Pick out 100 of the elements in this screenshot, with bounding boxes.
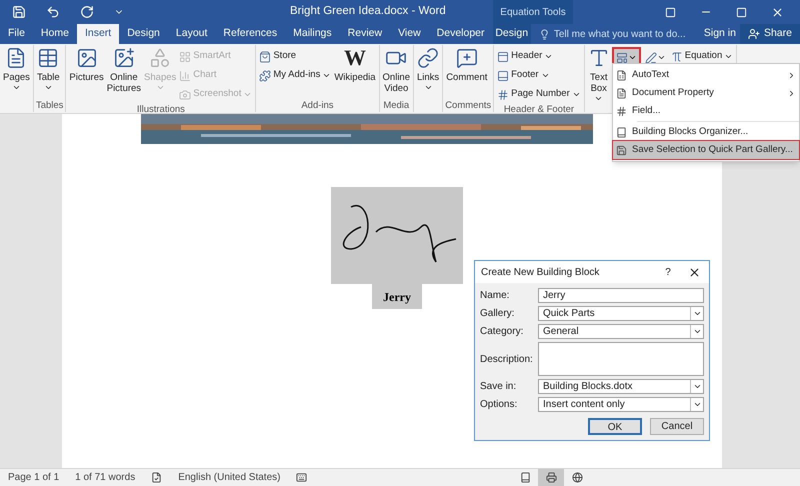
save-icon [616,144,627,156]
maximize-icon[interactable] [736,6,747,18]
ribbon-button[interactable]: Pictures [68,45,105,104]
ribbon-button[interactable]: Pages [2,45,31,112]
ribbon-button[interactable]: Online Video [382,45,411,100]
ribbon-tab[interactable]: File [0,24,33,44]
window-title: Bright Green Idea.docx - Word [290,4,446,20]
person-icon [748,28,760,40]
dialog-button[interactable]: Cancel [650,418,704,435]
ribbon-tab[interactable]: Mailings [285,24,340,44]
close-icon[interactable] [688,266,701,278]
ribbon-button[interactable]: Text Box [586,45,611,112]
caret-icon [243,90,252,99]
field-label: Name: [480,289,510,303]
share-button[interactable]: Share [740,24,800,44]
field-label: Gallery: [480,307,516,321]
document-icon [616,70,627,80]
language[interactable]: English (United States) [170,470,288,485]
help-button[interactable]: ? [656,264,680,280]
restore-icon[interactable] [665,6,676,18]
ribbon-tab[interactable]: Review [340,24,390,44]
field-label: Save in: [480,380,518,394]
caret-icon [322,71,332,80]
caret-icon [156,83,165,92]
ribbon-button[interactable]: Header [496,47,582,66]
menu-item[interactable]: Document Property [613,84,799,102]
caret-icon [656,53,666,62]
caret-icon [724,52,734,61]
ribbon-button[interactable]: W Wikipedia [333,45,377,100]
document-icon [616,88,627,98]
menu-item[interactable]: Save Selection to Quick Part Gallery... [613,141,799,159]
proofing-icon[interactable] [151,472,162,483]
header-icon [497,50,510,62]
dropdown-field[interactable]: Insert content only [538,397,704,412]
tell-me-field[interactable]: Tell me what you want to do... [554,26,700,42]
grid-icon [179,50,192,62]
logo: W [344,47,366,69]
ribbon-tab[interactable]: View [390,24,429,44]
pen-icon [644,52,657,64]
footer-icon [497,70,510,82]
dialog-button[interactable]: OK [588,418,642,435]
ribbon-tab[interactable]: Design [492,24,531,44]
page-count[interactable]: Page 1 of 1 [0,470,68,485]
web-layout-icon [572,472,582,483]
print-layout-button[interactable] [538,469,564,486]
menu-item[interactable]: Field... [613,102,799,120]
menu-item[interactable]: Building Blocks Organizer... [613,123,799,141]
ribbon-button[interactable]: My Add-ins [258,66,332,85]
bar-chart-icon [179,70,192,82]
ribbon-tab[interactable]: References [215,24,286,44]
ribbon-button[interactable]: Links [416,45,440,112]
ribbon-tab[interactable]: Insert [76,24,120,44]
ribbon-tab[interactable]: Home [32,24,77,44]
word-count[interactable]: 1 of 71 words [67,470,144,485]
bag-icon [259,50,272,62]
caret-icon [12,83,21,92]
dialog-title: Create New Building Block [481,266,600,280]
comment-icon [456,47,478,69]
redo-icon[interactable] [80,5,94,19]
camera-icon [179,88,192,100]
ribbon-tab[interactable]: Developer [428,24,493,44]
group-label: Add-ins [300,100,335,112]
sign-in-link[interactable]: Sign in [700,24,740,44]
description-field[interactable] [538,342,704,376]
caret-icon [572,90,581,99]
field-label: Category: [480,325,524,339]
group-label: Media [382,100,410,112]
field-icon [616,106,627,116]
shapes-icon [149,47,172,69]
save-icon[interactable] [12,5,26,19]
close-icon[interactable] [771,6,784,18]
dropdown-field[interactable]: Building Blocks.dotx [538,379,704,394]
caret-icon [544,52,554,61]
ribbon-button[interactable]: Equation [670,47,734,66]
field-label: Description: [480,352,534,366]
image-icon [76,47,98,69]
ribbon-button[interactable]: Store [258,47,332,66]
ribbon-button[interactable]: Footer [496,66,582,85]
keyboard-icon[interactable] [296,472,308,483]
ribbon-button[interactable]: Page Number [496,85,582,104]
lightbulb-icon [538,28,550,40]
name-field[interactable]: Jerry [538,288,704,303]
caret-icon [594,94,604,103]
table-icon [37,47,60,69]
undo-icon[interactable] [46,5,60,19]
caret-icon [628,53,637,62]
field-label: Options: [480,398,518,412]
ribbon-button[interactable]: Comment [445,45,488,100]
ribbon-button[interactable]: Online Pictures [106,45,142,104]
print-layout-icon [546,472,556,483]
dropdown-field[interactable]: Quick Parts [538,306,704,321]
caret-icon [540,71,550,80]
ribbon-tab[interactable]: Design [119,24,168,44]
caret-icon [424,83,433,92]
dropdown-field[interactable]: General [538,324,704,339]
ribbon-button[interactable]: Table [36,45,61,100]
ribbon-tab[interactable]: Layout [168,24,216,44]
group-label: Tables [36,100,64,112]
menu-item[interactable]: AutoText [613,66,799,84]
read-mode-icon [520,472,530,483]
